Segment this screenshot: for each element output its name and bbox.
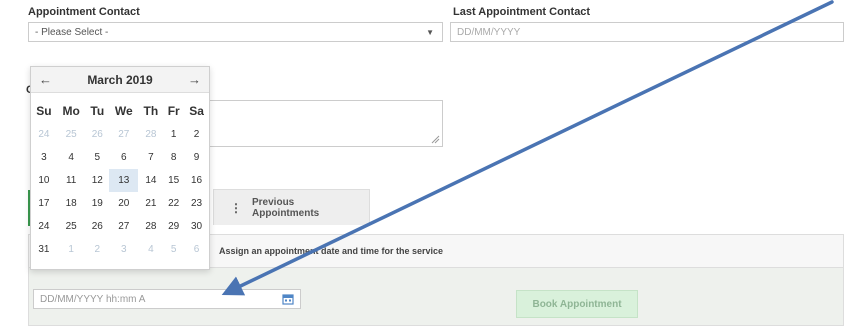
annotation-arrow (221, 0, 834, 296)
arrow-line (221, 0, 834, 296)
